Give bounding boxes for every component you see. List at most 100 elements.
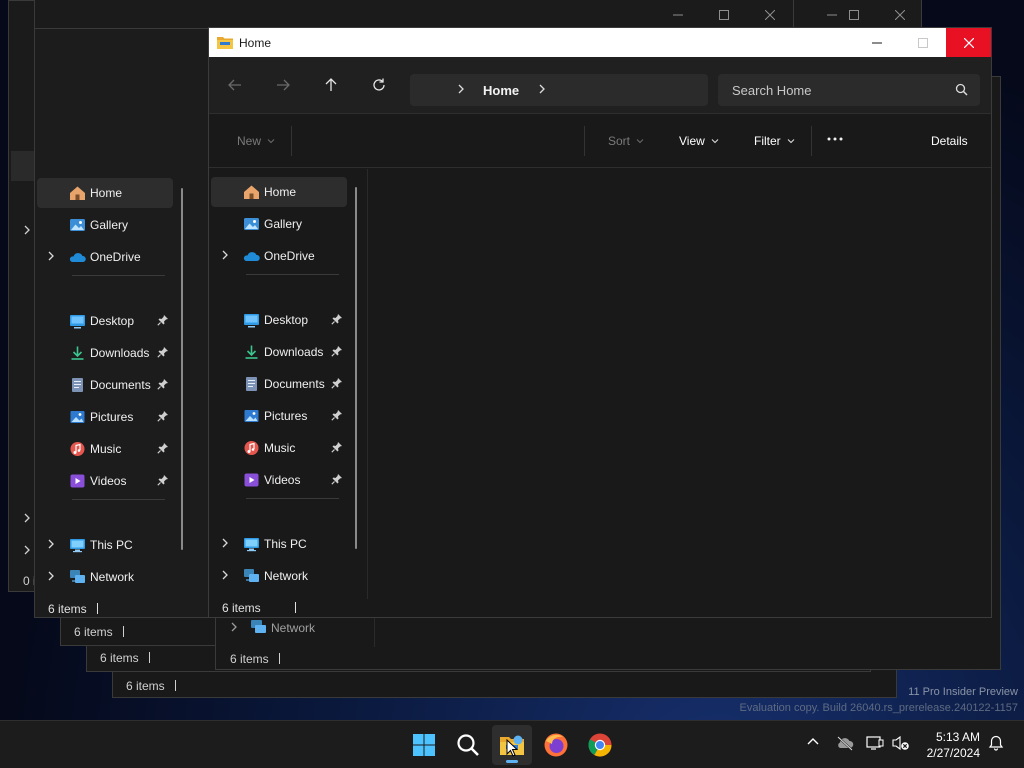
forward-button[interactable] (269, 72, 297, 98)
onedrive-offline-icon[interactable] (836, 735, 854, 751)
pin-icon[interactable] (157, 346, 169, 358)
sidebar-item-network[interactable]: Network (211, 561, 347, 591)
breadcrumb-home[interactable]: Home (483, 83, 519, 98)
address-bar[interactable]: Home (410, 74, 708, 106)
sidebar-item-music[interactable]: Music (37, 434, 173, 464)
background-sidebar-scrollbar[interactable] (181, 188, 183, 550)
chevron-right-icon[interactable] (47, 539, 55, 549)
sidebar-item-home[interactable]: Home (37, 178, 173, 208)
onedrive-icon (69, 253, 86, 262)
sidebar-item-label: Network (264, 569, 309, 583)
up-button[interactable] (317, 72, 345, 98)
more-horizontal-icon (827, 137, 843, 141)
chevron-right-icon[interactable] (47, 571, 55, 581)
sidebar-item-label: Pictures (264, 409, 308, 423)
pin-icon[interactable] (331, 473, 343, 485)
item-count: 6 items (222, 601, 261, 615)
chevron-right-icon[interactable] (221, 538, 229, 548)
title-bar[interactable]: Home (209, 28, 991, 57)
sidebar-item-desktop[interactable]: Desktop (211, 305, 347, 335)
sidebar-item-downloads[interactable]: Downloads (211, 337, 347, 367)
sidebar-item-gallery[interactable]: Gallery (37, 210, 173, 240)
pin-icon[interactable] (157, 378, 169, 390)
sidebar-item-documents[interactable]: Documents (211, 369, 347, 399)
chevron-right-icon[interactable] (47, 251, 55, 261)
watermark-build: Evaluation copy. Build 26040.rs_prerelea… (739, 702, 1018, 714)
maximize-icon[interactable] (701, 0, 747, 30)
sidebar-item-onedrive[interactable]: OneDrive (211, 241, 347, 271)
sidebar-item-home[interactable]: Home (211, 177, 347, 207)
sidebar-item-videos[interactable]: Videos (37, 466, 173, 496)
file-explorer-window[interactable]: Home Home Search Home New Sort View Filt… (208, 27, 992, 618)
more-options-button[interactable] (826, 132, 844, 146)
new-button[interactable]: New (237, 134, 275, 148)
taskbar-file-explorer[interactable] (492, 725, 532, 765)
sidebar-item-this-pc[interactable]: This PC (37, 530, 173, 560)
chrome-icon (588, 733, 612, 757)
search-box[interactable]: Search Home (718, 74, 980, 106)
background-status-text: 6 items (48, 602, 87, 616)
pin-icon[interactable] (157, 442, 169, 454)
pin-icon[interactable] (157, 474, 169, 486)
maximize-button[interactable] (900, 28, 946, 57)
sidebar-item-documents[interactable]: Documents (37, 370, 173, 400)
clock-time: 5:13 AM (935, 730, 980, 744)
sidebar-item-onedrive[interactable]: OneDrive (37, 242, 173, 272)
start-button[interactable] (404, 725, 444, 765)
clock[interactable]: 5:13 AM 2/27/2024 (927, 729, 980, 761)
minimize-button[interactable] (854, 28, 900, 57)
pin-icon[interactable] (331, 345, 343, 357)
sidebar-separator (246, 498, 339, 499)
sort-button[interactable]: Sort (608, 134, 644, 148)
home-icon (244, 185, 259, 199)
window-title: Home (239, 36, 272, 50)
sidebar-item-network[interactable]: Network (37, 562, 173, 592)
taskbar-firefox[interactable] (536, 725, 576, 765)
notification-bell-icon[interactable] (988, 735, 1004, 751)
sidebar-item-downloads[interactable]: Downloads (37, 338, 173, 368)
background-explorer-window[interactable]: Home Gallery OneDrive Desktop Downloads Docum… (34, 28, 224, 618)
pin-icon[interactable] (157, 410, 169, 422)
sidebar-item-videos[interactable]: Videos (211, 465, 347, 495)
mouse-cursor-icon (506, 739, 518, 757)
close-icon[interactable] (747, 0, 793, 30)
sidebar-scrollbar[interactable] (355, 187, 357, 549)
pin-icon[interactable] (331, 409, 343, 421)
chevron-right-icon[interactable] (538, 83, 546, 95)
chevron-right-icon[interactable] (221, 570, 229, 580)
details-button[interactable]: Details (931, 134, 968, 148)
search-icon (955, 83, 968, 96)
pin-icon[interactable] (331, 377, 343, 389)
music-icon (244, 441, 259, 455)
refresh-button[interactable] (365, 72, 393, 98)
close-icon[interactable] (877, 0, 923, 30)
pin-icon[interactable] (331, 441, 343, 453)
search-input[interactable]: Search Home (732, 83, 811, 98)
back-button[interactable] (221, 72, 249, 98)
sidebar-item-gallery[interactable]: Gallery (211, 209, 347, 239)
pin-icon[interactable] (157, 314, 169, 326)
close-icon (964, 37, 974, 48)
stacked-window-top[interactable] (34, 0, 922, 30)
view-button[interactable]: View (679, 134, 719, 148)
firefox-icon (544, 733, 568, 757)
sidebar-item-music[interactable]: Music (211, 433, 347, 463)
chevron-right-icon[interactable] (221, 250, 229, 260)
videos-icon (244, 473, 259, 487)
network-status-icon[interactable] (866, 735, 884, 751)
taskbar-search-button[interactable] (448, 725, 488, 765)
pin-icon[interactable] (331, 313, 343, 325)
maximize-icon[interactable] (831, 0, 877, 30)
sidebar-item-pictures[interactable]: Pictures (37, 402, 173, 432)
taskbar-chrome[interactable] (580, 725, 620, 765)
file-list-area[interactable] (368, 169, 991, 617)
sidebar-item-pictures[interactable]: Pictures (211, 401, 347, 431)
volume-muted-icon[interactable] (892, 735, 910, 751)
close-button[interactable] (946, 28, 991, 57)
chevron-right-icon (24, 513, 30, 523)
sidebar-item-this-pc[interactable]: This PC (211, 529, 347, 559)
minimize-icon[interactable] (655, 0, 701, 30)
filter-button[interactable]: Filter (754, 134, 795, 148)
sidebar-item-desktop[interactable]: Desktop (37, 306, 173, 336)
chevron-up-icon[interactable] (806, 735, 820, 749)
